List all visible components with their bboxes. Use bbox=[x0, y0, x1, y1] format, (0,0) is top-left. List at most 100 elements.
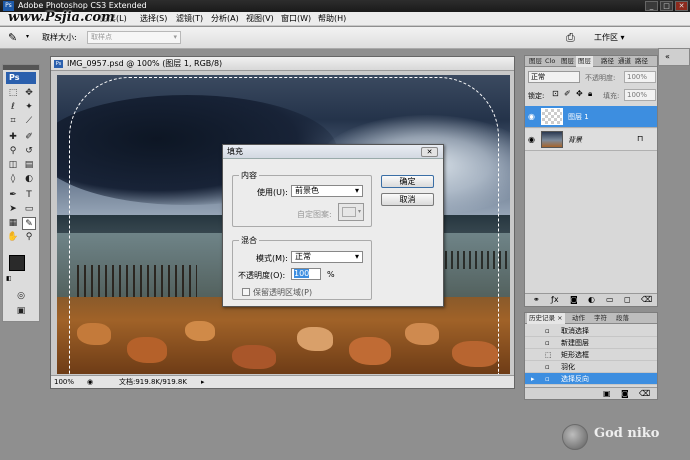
dialog-title-bar[interactable]: 填充 bbox=[223, 145, 443, 159]
shape-tool-icon[interactable]: ▭ bbox=[22, 203, 36, 216]
maximize-button[interactable]: □ bbox=[660, 1, 673, 11]
ok-button[interactable]: 确定 bbox=[381, 175, 434, 188]
bridge-icon[interactable]: ⎙ bbox=[566, 30, 575, 46]
link-layers-icon[interactable]: ⚭ bbox=[533, 295, 540, 304]
toolbox-grip[interactable] bbox=[3, 65, 39, 70]
document-title-bar[interactable]: IMG_0957.psd @ 100% (图层 1, RGB/8) bbox=[51, 57, 514, 71]
visibility-eye-icon[interactable]: ◉ bbox=[528, 135, 535, 144]
tab-paths-2[interactable]: 路径 bbox=[633, 56, 650, 67]
scroll-right-icon[interactable]: ▸ bbox=[201, 376, 205, 389]
blur-tool-icon[interactable]: ◊ bbox=[6, 173, 20, 186]
tab-paths[interactable]: 路径 bbox=[599, 56, 616, 67]
menu-select[interactable]: 选择(S) bbox=[140, 12, 167, 26]
pen-tool-icon[interactable]: ✒ bbox=[6, 189, 20, 202]
close-button[interactable]: ✕ bbox=[675, 1, 688, 11]
panel-dock-strip[interactable]: « bbox=[658, 48, 690, 66]
history-item-selected[interactable]: ▸ ▫ 选择反向 bbox=[525, 373, 657, 385]
tool-preset-arrow-icon[interactable]: ▾ bbox=[26, 33, 29, 40]
history-item[interactable]: ▫ 取消选择 bbox=[525, 325, 657, 337]
screen-mode-icon[interactable]: ▣ bbox=[14, 305, 28, 318]
notes-tool-icon[interactable]: ▦ bbox=[6, 217, 20, 230]
layer-row-background[interactable]: ◉ 背景 ⊓ bbox=[525, 129, 657, 151]
marquee-tool-icon[interactable]: ⬚ bbox=[6, 87, 20, 100]
menu-view[interactable]: 视图(V) bbox=[246, 12, 274, 26]
visibility-eye-icon[interactable]: ◉ bbox=[528, 112, 535, 121]
eraser-tool-icon[interactable]: ◫ bbox=[6, 159, 20, 172]
slice-tool-icon[interactable]: ⟋ bbox=[22, 115, 36, 128]
history-panel-tabs: 历史记录 × 动作 字符 段落 bbox=[525, 313, 657, 324]
eyedropper-icon[interactable]: ✎ bbox=[8, 31, 17, 44]
lock-paint-icon[interactable]: ✐ bbox=[564, 89, 571, 98]
options-bar: ✎ ▾ 取样大小: 取样点 ▾ ⎙ 工作区 ▾ bbox=[0, 27, 690, 49]
gradient-tool-icon[interactable]: ▤ bbox=[22, 159, 36, 172]
double-arrow-icon[interactable]: « bbox=[665, 52, 670, 61]
stamp-tool-icon[interactable]: ⚲ bbox=[6, 145, 20, 158]
default-colors-icon[interactable]: ◧ bbox=[6, 275, 12, 282]
history-item[interactable]: ⬚ 矩形选框 bbox=[525, 349, 657, 361]
brush-tool-icon[interactable]: ✐ bbox=[22, 131, 36, 144]
layer-thumbnail-transparent bbox=[541, 108, 563, 125]
tab-history[interactable]: 历史记录 × bbox=[527, 313, 565, 324]
tab-layer-2[interactable]: 图层 bbox=[559, 56, 576, 67]
magic-wand-icon[interactable]: ✦ bbox=[22, 101, 36, 114]
history-item[interactable]: ▫ 新建图层 bbox=[525, 337, 657, 349]
sample-size-select[interactable]: 取样点 ▾ bbox=[87, 31, 181, 44]
opacity-input[interactable]: 100 bbox=[291, 268, 321, 280]
menu-window[interactable]: 窗口(W) bbox=[281, 12, 311, 26]
layer-row-layer1[interactable]: ◉ 图层 1 bbox=[525, 106, 657, 128]
history-item[interactable]: ▫ 羽化 bbox=[525, 361, 657, 373]
tab-layer-comps[interactable]: 图层 bbox=[527, 56, 544, 67]
dialog-close-button[interactable]: ✕ bbox=[421, 147, 438, 157]
sample-size-label: 取样大小: bbox=[42, 33, 77, 42]
eyedropper-tool-icon[interactable]: ✎ bbox=[22, 217, 36, 230]
delete-state-icon[interactable]: ⌫ bbox=[639, 389, 650, 398]
layer-name[interactable]: 图层 1 bbox=[568, 112, 589, 122]
healing-brush-icon[interactable]: ✚ bbox=[6, 131, 20, 144]
new-layer-icon[interactable]: ◻ bbox=[624, 295, 631, 304]
snapshot-camera-icon[interactable]: ◙ bbox=[621, 389, 629, 398]
zoom-tool-icon[interactable]: ⚲ bbox=[22, 231, 36, 244]
quick-mask-icon[interactable]: ◎ bbox=[14, 290, 28, 303]
lasso-tool-icon[interactable]: ℓ bbox=[6, 101, 20, 114]
dodge-tool-icon[interactable]: ◐ bbox=[22, 173, 36, 186]
workspace-button[interactable]: 工作区 ▾ bbox=[594, 30, 625, 46]
cancel-button[interactable]: 取消 bbox=[381, 193, 434, 206]
minimize-button[interactable]: _ bbox=[645, 1, 658, 11]
history-item-label: 矩形选框 bbox=[561, 351, 589, 359]
lock-move-icon[interactable]: ✥ bbox=[576, 89, 583, 98]
fill-field[interactable]: 100% bbox=[624, 89, 656, 101]
preserve-transparency-checkbox[interactable] bbox=[242, 288, 250, 296]
lock-all-icon[interactable]: 🔒︎ bbox=[588, 89, 592, 99]
use-select[interactable]: 前景色 ▾ bbox=[291, 185, 363, 197]
tab-actions[interactable]: 动作 bbox=[570, 313, 587, 324]
layer-mask-icon[interactable]: ◙ bbox=[570, 295, 578, 304]
status-menu-icon[interactable]: ◉ bbox=[87, 376, 93, 389]
type-tool-icon[interactable]: T bbox=[22, 189, 36, 202]
menu-analysis[interactable]: 分析(A) bbox=[211, 12, 239, 26]
delete-layer-icon[interactable]: ⌫ bbox=[641, 295, 652, 304]
zoom-level[interactable]: 100% bbox=[54, 376, 74, 389]
foreground-color-swatch[interactable] bbox=[9, 255, 25, 271]
use-label: 使用(U): bbox=[257, 188, 288, 197]
blend-mode-select[interactable]: 正常 bbox=[528, 71, 580, 83]
layer-style-icon[interactable]: ƒx bbox=[551, 295, 559, 304]
adjustment-layer-icon[interactable]: ◐ bbox=[588, 295, 595, 304]
menu-help[interactable]: 帮助(H) bbox=[318, 12, 346, 26]
move-tool-icon[interactable]: ✥ bbox=[22, 87, 36, 100]
tab-character[interactable]: 字符 bbox=[592, 313, 609, 324]
new-group-icon[interactable]: ▭ bbox=[606, 295, 614, 304]
hand-tool-icon[interactable]: ✋ bbox=[6, 231, 20, 244]
tab-clone-source[interactable]: Clo bbox=[543, 56, 557, 67]
opacity-field[interactable]: 100% bbox=[624, 71, 656, 83]
history-brush-icon[interactable]: ↺ bbox=[22, 145, 36, 158]
new-document-icon[interactable]: ▣ bbox=[603, 389, 611, 398]
lock-transparency-icon[interactable]: ⊡ bbox=[552, 89, 559, 98]
path-select-icon[interactable]: ➤ bbox=[6, 203, 20, 216]
tab-channels[interactable]: 通道 bbox=[616, 56, 633, 67]
tab-paragraph[interactable]: 段落 bbox=[614, 313, 631, 324]
mode-select[interactable]: 正常 ▾ bbox=[291, 251, 363, 263]
crop-tool-icon[interactable]: ⌗ bbox=[6, 115, 20, 128]
tab-layers[interactable]: 图层 bbox=[576, 56, 593, 67]
layer-name[interactable]: 背景 bbox=[568, 135, 582, 145]
menu-filter[interactable]: 滤镜(T) bbox=[176, 12, 203, 26]
